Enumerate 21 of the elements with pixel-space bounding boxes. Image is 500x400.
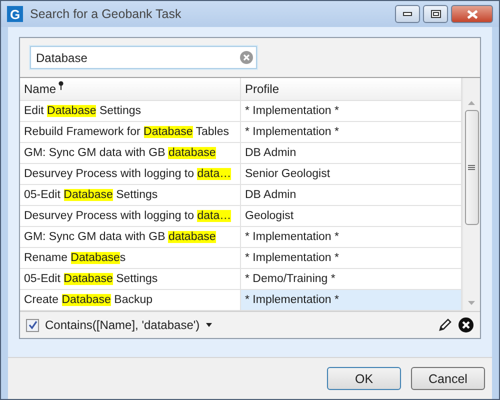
filter-checkbox[interactable]: [26, 318, 39, 332]
column-header[interactable]: Name: [20, 78, 241, 100]
dropdown-icon[interactable]: [206, 323, 212, 327]
close-icon: [466, 10, 478, 18]
clear-filter-icon[interactable]: [458, 317, 474, 333]
maximize-icon: [430, 10, 440, 18]
clear-icon[interactable]: [240, 51, 253, 64]
ok-button[interactable]: OK: [327, 367, 401, 390]
close-button[interactable]: [451, 5, 493, 23]
minimize-icon: [403, 12, 412, 16]
table-cell[interactable]: * Implementation *: [241, 290, 462, 310]
window-title: Search for a Geobank Task: [30, 7, 182, 21]
grip-icon: [468, 165, 475, 170]
pencil-icon[interactable]: [438, 318, 452, 332]
filter-expression[interactable]: Contains([Name], 'database'): [45, 318, 200, 332]
search-field[interactable]: Database: [30, 46, 257, 69]
maximize-button[interactable]: [423, 5, 448, 23]
minimize-button[interactable]: [395, 5, 420, 23]
pin-icon: [58, 81, 64, 90]
app-icon: G: [7, 6, 23, 22]
cancel-button[interactable]: Cancel: [411, 367, 485, 390]
